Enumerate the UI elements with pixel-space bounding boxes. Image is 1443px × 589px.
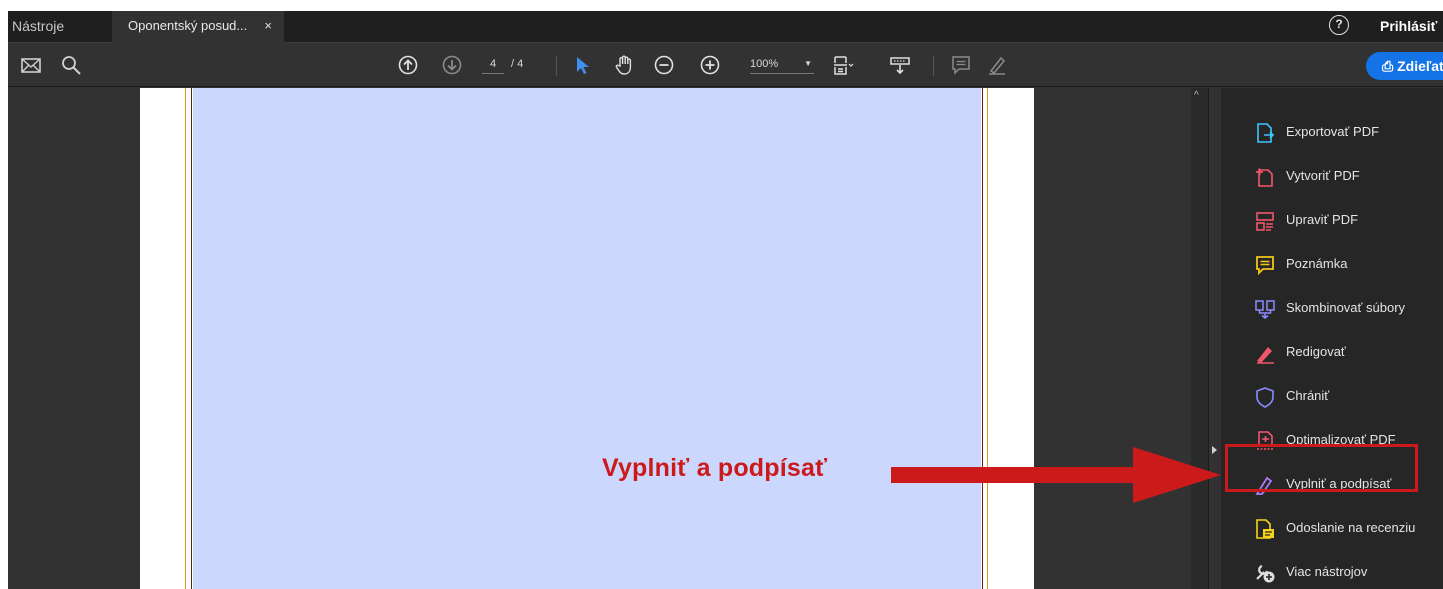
- annotation-callout-text: Vyplniť a podpísať: [602, 454, 828, 482]
- tool-label: Viac nástrojov: [1286, 564, 1368, 579]
- share-icon: ⎙: [1382, 58, 1398, 74]
- tools-panel: Exportovať PDF Vytvoriť PDF Upraviť PDF …: [1221, 88, 1443, 589]
- toolbar-divider: [933, 56, 934, 76]
- tool-redact[interactable]: Redigovať: [1221, 332, 1443, 372]
- zoom-select[interactable]: 100% ▼: [750, 56, 814, 74]
- annotation-highlight-box: [1225, 444, 1418, 492]
- tab-document-label: Oponentský posud...: [128, 18, 248, 33]
- more-tools-icon: [1254, 562, 1276, 584]
- select-cursor-icon[interactable]: [571, 54, 593, 76]
- tool-label: Odoslanie na recenziu: [1286, 520, 1416, 535]
- mail-icon[interactable]: [20, 54, 42, 76]
- page-down-icon[interactable]: [441, 54, 463, 76]
- hand-icon[interactable]: [613, 54, 635, 76]
- pdf-page: [140, 88, 1034, 589]
- tool-more-tools[interactable]: Viac nástrojov: [1221, 552, 1443, 589]
- tab-tools[interactable]: Nástroje: [8, 11, 106, 43]
- redact-icon: [1254, 342, 1276, 364]
- vertical-scrollbar[interactable]: ^: [1191, 88, 1208, 589]
- create-pdf-icon: [1254, 166, 1276, 188]
- pen-icon[interactable]: [986, 54, 1008, 76]
- page-number-input[interactable]: 4: [482, 56, 504, 74]
- tool-comment[interactable]: Poznámka: [1221, 244, 1443, 284]
- edit-pdf-icon: [1254, 210, 1276, 232]
- tool-protect[interactable]: Chrániť: [1221, 376, 1443, 416]
- acrobat-window: Nástroje Oponentský posud... × ? Prihlás…: [8, 11, 1443, 589]
- search-icon[interactable]: [60, 54, 82, 76]
- document-viewport[interactable]: [8, 88, 1208, 589]
- page-border-line: [987, 88, 988, 589]
- tool-combine-files[interactable]: Skombinovať súbory: [1221, 288, 1443, 328]
- page-highlighted-area: [193, 88, 981, 589]
- protect-icon: [1254, 386, 1276, 408]
- share-label: Zdieľať: [1397, 58, 1443, 74]
- tool-label: Skombinovať súbory: [1286, 300, 1406, 315]
- tool-label: Chrániť: [1286, 388, 1330, 403]
- comment-icon[interactable]: [950, 54, 972, 76]
- tool-export-pdf[interactable]: Exportovať PDF: [1221, 112, 1443, 152]
- tab-bar: Nástroje Oponentský posud... × ? Prihlás…: [8, 11, 1443, 43]
- tool-create-pdf[interactable]: Vytvoriť PDF: [1221, 156, 1443, 196]
- page-border-line: [191, 88, 192, 589]
- annotation-arrow: [891, 447, 1221, 503]
- close-tab-icon[interactable]: ×: [264, 11, 272, 41]
- page-total: / 4: [511, 58, 524, 70]
- tool-label: Poznámka: [1286, 256, 1348, 271]
- scroll-up-icon[interactable]: ^: [1194, 90, 1199, 101]
- zoom-in-icon[interactable]: [699, 54, 721, 76]
- zoom-value: 100%: [750, 58, 779, 70]
- comment-icon: [1254, 254, 1276, 276]
- share-button[interactable]: ⎙ Zdieľať: [1366, 52, 1443, 80]
- panel-collapse-strip[interactable]: [1208, 88, 1220, 589]
- tool-label: Redigovať: [1286, 344, 1346, 359]
- tab-document[interactable]: Oponentský posud... ×: [112, 11, 284, 43]
- zoom-out-icon[interactable]: [653, 54, 675, 76]
- scroll-mode-icon[interactable]: [889, 54, 911, 76]
- fit-page-icon[interactable]: [832, 54, 854, 76]
- help-icon[interactable]: ?: [1329, 15, 1349, 35]
- tool-edit-pdf[interactable]: Upraviť PDF: [1221, 200, 1443, 240]
- page-border-line: [185, 88, 186, 589]
- send-review-icon: [1254, 518, 1276, 540]
- chevron-down-icon: ▼: [804, 59, 812, 68]
- tab-tools-label: Nástroje: [12, 18, 65, 34]
- tool-label: Exportovať PDF: [1286, 124, 1380, 139]
- tool-label: Upraviť PDF: [1286, 212, 1359, 227]
- toolbar: 4 / 4 100% ▼ ⎙ Zdieľať: [8, 44, 1443, 87]
- page-up-icon[interactable]: [397, 54, 419, 76]
- page-border-line: [982, 88, 983, 589]
- tool-label: Vytvoriť PDF: [1286, 168, 1360, 183]
- export-pdf-icon: [1254, 122, 1276, 144]
- combine-files-icon: [1254, 298, 1276, 320]
- toolbar-divider: [556, 56, 557, 76]
- tool-send-for-review[interactable]: Odoslanie na recenziu: [1221, 508, 1443, 548]
- signin-link[interactable]: Prihlásiť: [1380, 11, 1437, 41]
